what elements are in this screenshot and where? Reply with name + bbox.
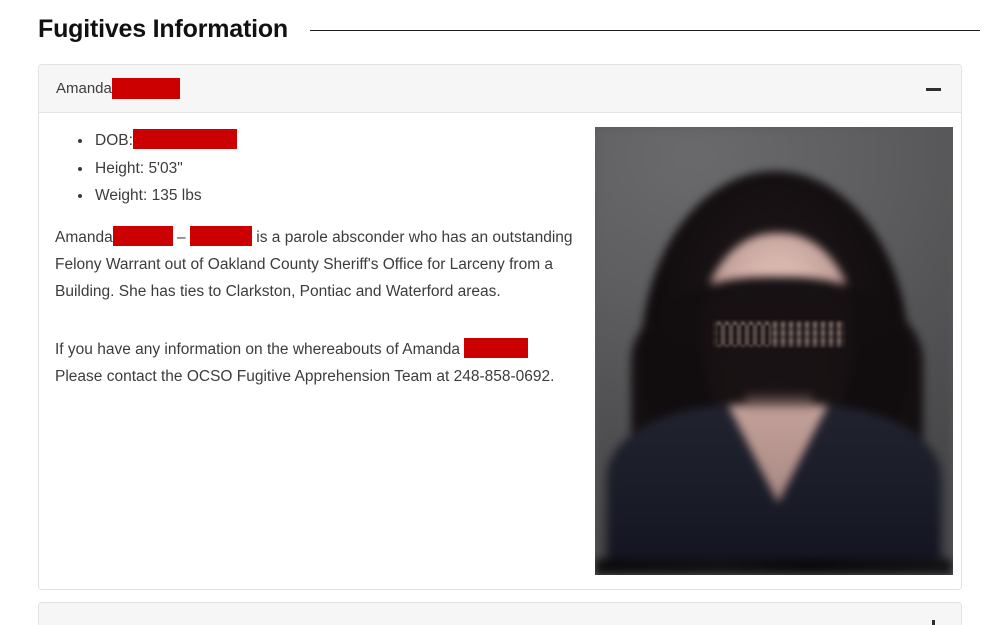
redaction-bar-p2 xyxy=(464,337,529,358)
fugitive-details: DOB: Height: 5'03" Weight: 135 lbs Amand… xyxy=(39,113,595,400)
fugitive-mugshot-image xyxy=(595,127,953,575)
panel-header-toggle[interactable] xyxy=(39,603,961,625)
contact-body: Please contact the OCSO Fugitive Apprehe… xyxy=(55,367,555,385)
panel-header-toggle[interactable]: Amanda xyxy=(39,65,961,113)
height-label: Height: xyxy=(95,159,145,177)
fugitive-panel: Amanda DOB: Height: 5'03" Weight: 135 lb… xyxy=(38,64,962,590)
mugshot-render xyxy=(595,127,953,575)
minus-icon[interactable] xyxy=(923,79,943,99)
list-item-weight: Weight: 135 lbs xyxy=(93,182,579,210)
plus-icon[interactable] xyxy=(923,617,943,625)
fugitive-panel xyxy=(38,602,962,625)
weight-value: 135 lbs xyxy=(151,187,202,204)
panel-title: Amanda xyxy=(56,78,180,99)
redaction-bar-name xyxy=(111,78,180,99)
mugshot-eye-left-pixelation xyxy=(717,325,771,345)
height-value: 5'03" xyxy=(148,159,183,177)
fugitive-facts-list: DOB: Height: 5'03" Weight: 135 lbs xyxy=(55,127,579,210)
page-root: Fugitives Information Amanda DOB: Height… xyxy=(0,0,1000,625)
description-paragraph: Amanda – is a parole absconder who has a… xyxy=(55,224,579,305)
dob-label: DOB: xyxy=(95,132,133,149)
weight-label: Weight: xyxy=(95,187,148,204)
contact-lead: If you have any information on the where… xyxy=(55,340,460,358)
name-separator: – xyxy=(177,228,186,246)
page-heading: Fugitives Information xyxy=(38,12,980,46)
mugshot-mouth xyxy=(745,395,813,409)
list-item-height: Height: 5'03" xyxy=(93,155,579,183)
page-title: Fugitives Information xyxy=(38,15,288,43)
paragraph-lead-name: Amanda xyxy=(55,228,113,246)
redaction-bar-dob xyxy=(132,129,237,149)
fugitive-name: Amanda xyxy=(56,79,112,97)
title-divider xyxy=(309,29,980,31)
redaction-bar-p1-second xyxy=(189,225,252,246)
redaction-bar-p1-first xyxy=(112,225,173,246)
panel-body: DOB: Height: 5'03" Weight: 135 lbs Amand… xyxy=(39,113,961,589)
fugitives-accordion: Amanda DOB: Height: 5'03" Weight: 135 lb… xyxy=(38,64,962,625)
mugshot-bottom-strip xyxy=(595,559,953,575)
contact-paragraph: If you have any information on the where… xyxy=(55,336,579,390)
list-item-dob: DOB: xyxy=(93,127,579,155)
